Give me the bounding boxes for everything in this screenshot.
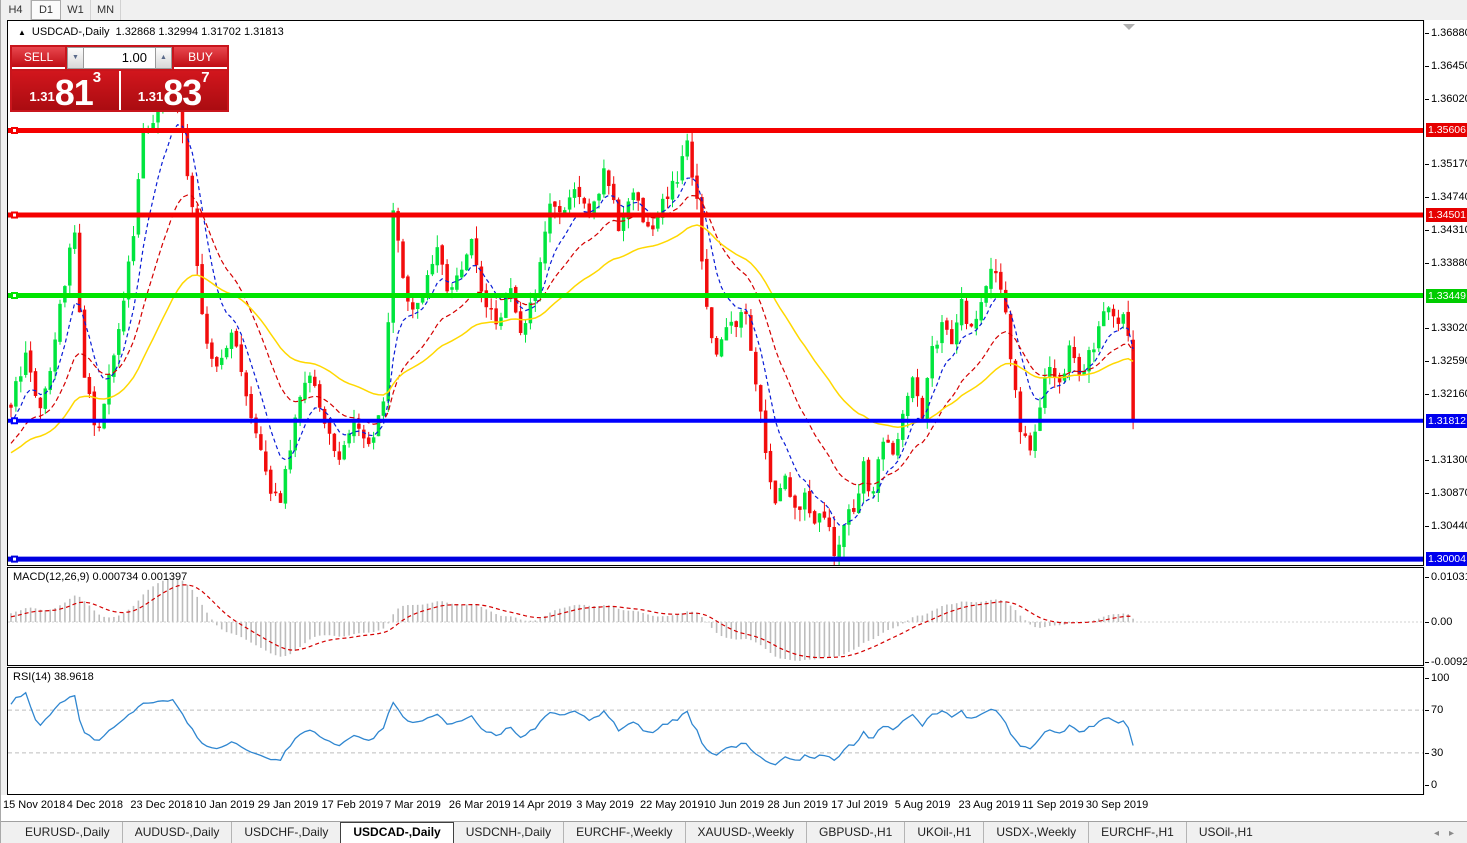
chart-shift-marker-icon[interactable] (1123, 24, 1135, 30)
chart-symbol-label: USDCAD-,Daily (31, 26, 110, 38)
rsi-tick-label: 0 (1431, 779, 1438, 791)
chart-tab-usdcad-daily[interactable]: USDCAD-,Daily (340, 822, 454, 843)
rsi-line (10, 691, 1134, 766)
sell-price-pip: 3 (92, 69, 102, 86)
chart-tab-usdchf-daily[interactable]: USDCHF-,Daily (231, 822, 340, 843)
tab-scroll-right-icon[interactable]: ▸ (1449, 828, 1454, 839)
moving-averages (10, 123, 1134, 526)
date-tick-label: 23 Dec 2018 (130, 799, 193, 811)
buy-price-main: 83 (163, 72, 202, 113)
price-tick-label: 1.36880 (1431, 27, 1467, 39)
macd-tick-label: 0.00 (1431, 616, 1453, 628)
chart-tab-gbpusd-h1[interactable]: GBPUSD-,H1 (806, 822, 904, 843)
macd-histogram (10, 577, 1134, 661)
chart-tab-usdcnh-daily[interactable]: USDCNH-,Daily (454, 822, 563, 843)
date-tick-label: 10 Jan 2019 (194, 799, 255, 811)
price-tick-label: 1.33880 (1431, 256, 1467, 269)
timeframe-button-mn[interactable]: MN (91, 0, 122, 20)
timeframe-button-w1[interactable]: W1 (61, 0, 91, 20)
buy-price-display[interactable]: 1.31 83 7 (120, 69, 227, 113)
rsi-tick-label: 100 (1431, 672, 1450, 684)
date-tick-label: 26 Mar 2019 (448, 799, 511, 811)
collapse-triangle-icon[interactable]: ▲ (18, 28, 26, 37)
date-tick-label: 28 Jun 2019 (767, 799, 828, 811)
price-tick-label: 1.34740 (1431, 190, 1467, 203)
chart-ohlc-values: 1.32868 1.32994 1.31702 1.31813 (115, 26, 284, 38)
rsi-tick-label: 30 (1431, 746, 1444, 759)
macd-tick-label: 0.010311 (1431, 571, 1467, 584)
date-tick-label: 14 Apr 2019 (512, 799, 572, 811)
date-tick-label: 5 Aug 2019 (894, 799, 951, 811)
price-tick-label: 1.31300 (1431, 453, 1467, 466)
chart-tab-bar: EURUSD-,Daily AUDUSD-,Daily USDCHF-,Daily U… (1, 821, 1467, 843)
macd-signal-line (10, 584, 1134, 659)
buy-price-prefix: 1.31 (137, 89, 164, 104)
candles (9, 64, 1135, 565)
sell-price-prefix: 1.31 (29, 89, 55, 104)
main-chart-pane[interactable]: ▲ USDCAD-,Daily 1.32868 1.32994 1.31702 … (7, 20, 1424, 566)
date-tick-label: 3 May 2019 (576, 799, 634, 811)
tab-nav: ◂ ▸ (1434, 828, 1467, 843)
date-tick-label: 17 Jul 2019 (831, 799, 888, 811)
price-axis[interactable]: 1.36880 1.36450 1.36020 1.35170 1.34740 1.343… (1425, 20, 1467, 795)
date-tick-label: 10 Jun 2019 (703, 799, 765, 811)
date-tick-label: 4 Dec 2018 (66, 799, 123, 811)
chart-tab-eurchf-weekly[interactable]: EURCHF-,Weekly (563, 822, 684, 843)
price-tick-label: 1.35170 (1431, 157, 1467, 170)
price-level-badge: 1.34501 (1426, 208, 1467, 223)
sell-button[interactable]: SELL (12, 47, 65, 69)
macd-indicator-pane[interactable]: MACD(12,26,9) 0.000734 0.001397 (7, 567, 1424, 666)
date-tick-label: 7 Mar 2019 (385, 799, 441, 811)
price-level-badge: 1.30004 (1426, 552, 1467, 567)
chart-tab-usoil-h1[interactable]: USOil-,H1 (1185, 822, 1265, 843)
chart-tab-eurchf-h1[interactable]: EURCHF-,H1 (1088, 822, 1186, 843)
price-level-badge: 1.35606 (1426, 123, 1467, 138)
timeframe-button-h4[interactable]: H4 (1, 0, 31, 20)
date-tick-label: 29 Jan 2019 (257, 799, 319, 811)
chart-tab-eurusd-daily[interactable]: EURUSD-,Daily (13, 822, 122, 843)
date-tick-label: 22 May 2019 (640, 799, 704, 811)
timeframe-toolbar: H4 D1 W1 MN (1, 0, 1467, 20)
chart-title: ▲ USDCAD-,Daily 1.32868 1.32994 1.31702 … (18, 26, 284, 38)
price-tick-label: 1.36450 (1431, 59, 1467, 72)
volume-decrease-button[interactable]: ▼ (67, 47, 84, 69)
date-axis[interactable]: 15 Nov 2018 4 Dec 2018 23 Dec 2018 10 Jan 2… (1, 795, 1467, 821)
one-click-trade-panel: SELL ▼ 1.00 ▲ BUY 1.31 81 3 1.31 83 7 (10, 45, 229, 112)
price-tick-label: 1.32160 (1431, 388, 1467, 401)
price-tick-label: 1.34310 (1431, 223, 1467, 236)
chart-tab-ukoil-h1[interactable]: UKOil-,H1 (904, 822, 983, 843)
terminal-window: H4 D1 W1 MN ▲ USDCAD-,Daily 1.32868 1.32994… (0, 0, 1467, 843)
chart-tab-usdx-weekly[interactable]: USDX-,Weekly (983, 822, 1088, 843)
rsi-indicator-pane[interactable]: RSI(14) 38.9618 (7, 667, 1424, 795)
price-tick-label: 1.36020 (1431, 92, 1467, 105)
sell-price-main: 81 (54, 72, 94, 113)
date-tick-label: 15 Nov 2018 (3, 799, 66, 811)
timeframe-button-d1[interactable]: D1 (31, 0, 61, 20)
volume-input[interactable]: 1.00 (84, 47, 155, 69)
macd-tick-label: -0.009203 (1431, 656, 1467, 668)
rsi-tick-label: 70 (1431, 704, 1444, 717)
date-tick-label: 11 Sep 2019 (1022, 799, 1084, 811)
rsi-canvas (8, 691, 1423, 766)
date-tick-label: 17 Feb 2019 (321, 799, 384, 811)
macd-label: MACD(12,26,9) 0.000734 0.001397 (13, 571, 188, 583)
buy-price-pip: 7 (201, 69, 210, 86)
rsi-label: RSI(14) 38.9618 (13, 671, 94, 683)
price-tick-label: 1.30870 (1431, 486, 1467, 499)
volume-increase-button[interactable]: ▲ (155, 47, 172, 69)
date-tick-label: 30 Sep 2019 (1085, 799, 1149, 811)
buy-button[interactable]: BUY (174, 47, 227, 69)
tab-scroll-left-icon[interactable]: ◂ (1434, 828, 1439, 839)
price-tick-label: 1.30440 (1431, 519, 1467, 532)
price-level-badge: 1.31812 (1426, 413, 1467, 428)
sell-price-display[interactable]: 1.31 81 3 (12, 69, 121, 113)
macd-canvas (8, 577, 1423, 661)
price-tick-label: 1.33020 (1431, 322, 1467, 335)
price-tick-label: 1.32590 (1431, 355, 1467, 368)
chart-tab-xauusd-weekly[interactable]: XAUUSD-,Weekly (684, 822, 806, 843)
chart-tab-audusd-daily[interactable]: AUDUSD-,Daily (121, 822, 232, 843)
price-level-badge: 1.33449 (1426, 288, 1467, 303)
date-tick-label: 23 Aug 2019 (958, 799, 1021, 811)
